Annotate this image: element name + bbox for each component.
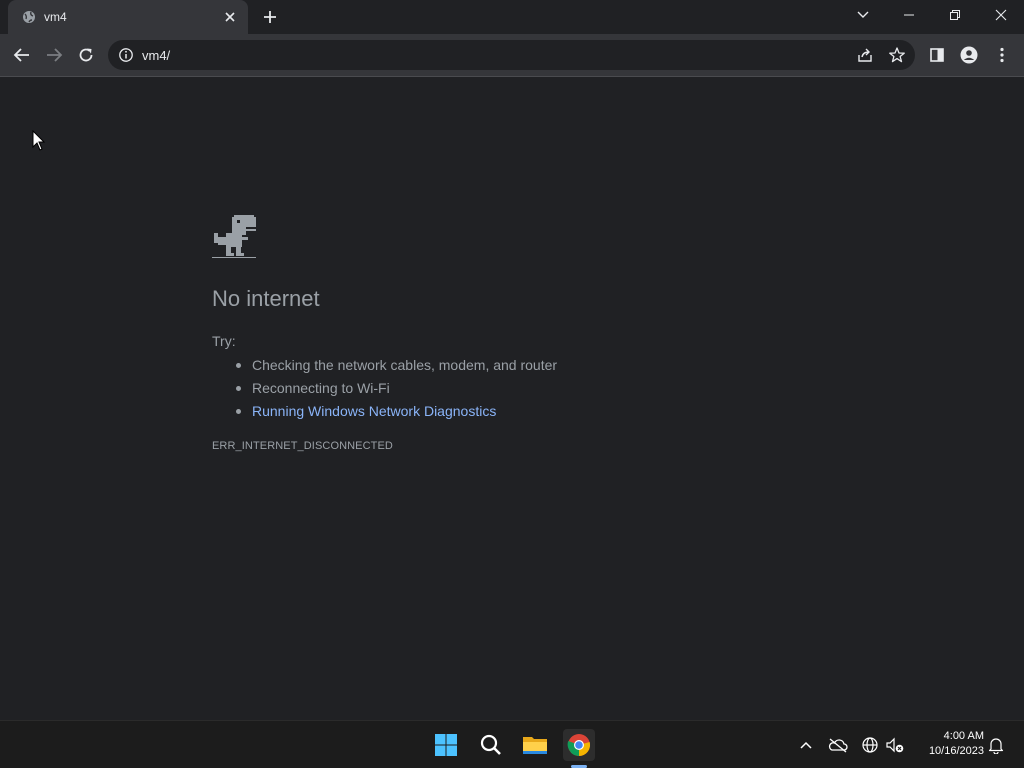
suggestion-item: Checking the network cables, modem, and …: [234, 356, 557, 379]
url-text[interactable]: vm4/: [142, 48, 170, 63]
windows-start-icon[interactable]: [430, 729, 462, 761]
error-headline: No internet: [212, 286, 320, 311]
system-clock[interactable]: 4:00 AM 10/16/2023: [914, 729, 984, 759]
chrome-icon[interactable]: [563, 729, 595, 761]
mouse-pointer-icon: [32, 129, 46, 152]
suggestion-list: Checking the network cables, modem, and …: [234, 356, 557, 425]
dino-icon: [212, 213, 256, 261]
notification-bell-icon[interactable]: [985, 734, 1007, 756]
tab-search-chevron-icon[interactable]: [840, 0, 886, 30]
suggestion-text: Reconnecting to Wi-Fi: [252, 380, 390, 396]
network-diagnostics-link[interactable]: Running Windows Network Diagnostics: [252, 403, 496, 419]
site-info-icon[interactable]: [118, 47, 134, 63]
tab-close-icon[interactable]: [222, 9, 238, 25]
file-explorer-icon[interactable]: [519, 729, 551, 761]
error-code: ERR_INTERNET_DISCONNECTED: [212, 440, 393, 452]
onedrive-offline-icon[interactable]: [827, 734, 849, 756]
clock-date: 10/16/2023: [928, 745, 984, 757]
suggestion-item: Running Windows Network Diagnostics: [234, 402, 557, 425]
profile-avatar-icon[interactable]: [956, 42, 982, 68]
menu-kebab-icon[interactable]: [989, 42, 1015, 68]
new-tab-button[interactable]: [258, 6, 282, 28]
clock-time: 4:00 AM: [943, 730, 984, 742]
tab-title: vm4: [44, 10, 67, 24]
share-icon[interactable]: [856, 46, 874, 64]
suggestion-text: Checking the network cables, modem, and …: [252, 357, 558, 373]
reload-button[interactable]: [73, 42, 99, 68]
volume-muted-icon[interactable]: [884, 734, 906, 756]
browser-toolbar: vm4/: [0, 34, 1024, 76]
close-window-button[interactable]: [978, 0, 1024, 30]
bookmark-star-icon[interactable]: [888, 46, 906, 64]
suggestion-item: Reconnecting to Wi-Fi: [234, 379, 557, 402]
tab-strip: vm4: [0, 0, 1024, 34]
minimize-button[interactable]: [886, 0, 932, 30]
address-bar[interactable]: vm4/: [108, 40, 915, 70]
search-icon[interactable]: [475, 729, 507, 761]
try-label: Try:: [212, 333, 236, 349]
restore-button[interactable]: [932, 0, 978, 30]
side-panel-icon[interactable]: [924, 42, 950, 68]
forward-button[interactable]: [41, 42, 67, 68]
globe-icon: [22, 10, 36, 24]
browser-tab[interactable]: vm4: [8, 0, 248, 34]
back-button[interactable]: [9, 42, 35, 68]
page-content: No internet Try: Checking the network ca…: [0, 77, 1024, 720]
taskbar: 4:00 AM 10/16/2023: [0, 720, 1024, 768]
chevron-up-icon[interactable]: [795, 734, 817, 756]
network-globe-icon[interactable]: [859, 734, 881, 756]
